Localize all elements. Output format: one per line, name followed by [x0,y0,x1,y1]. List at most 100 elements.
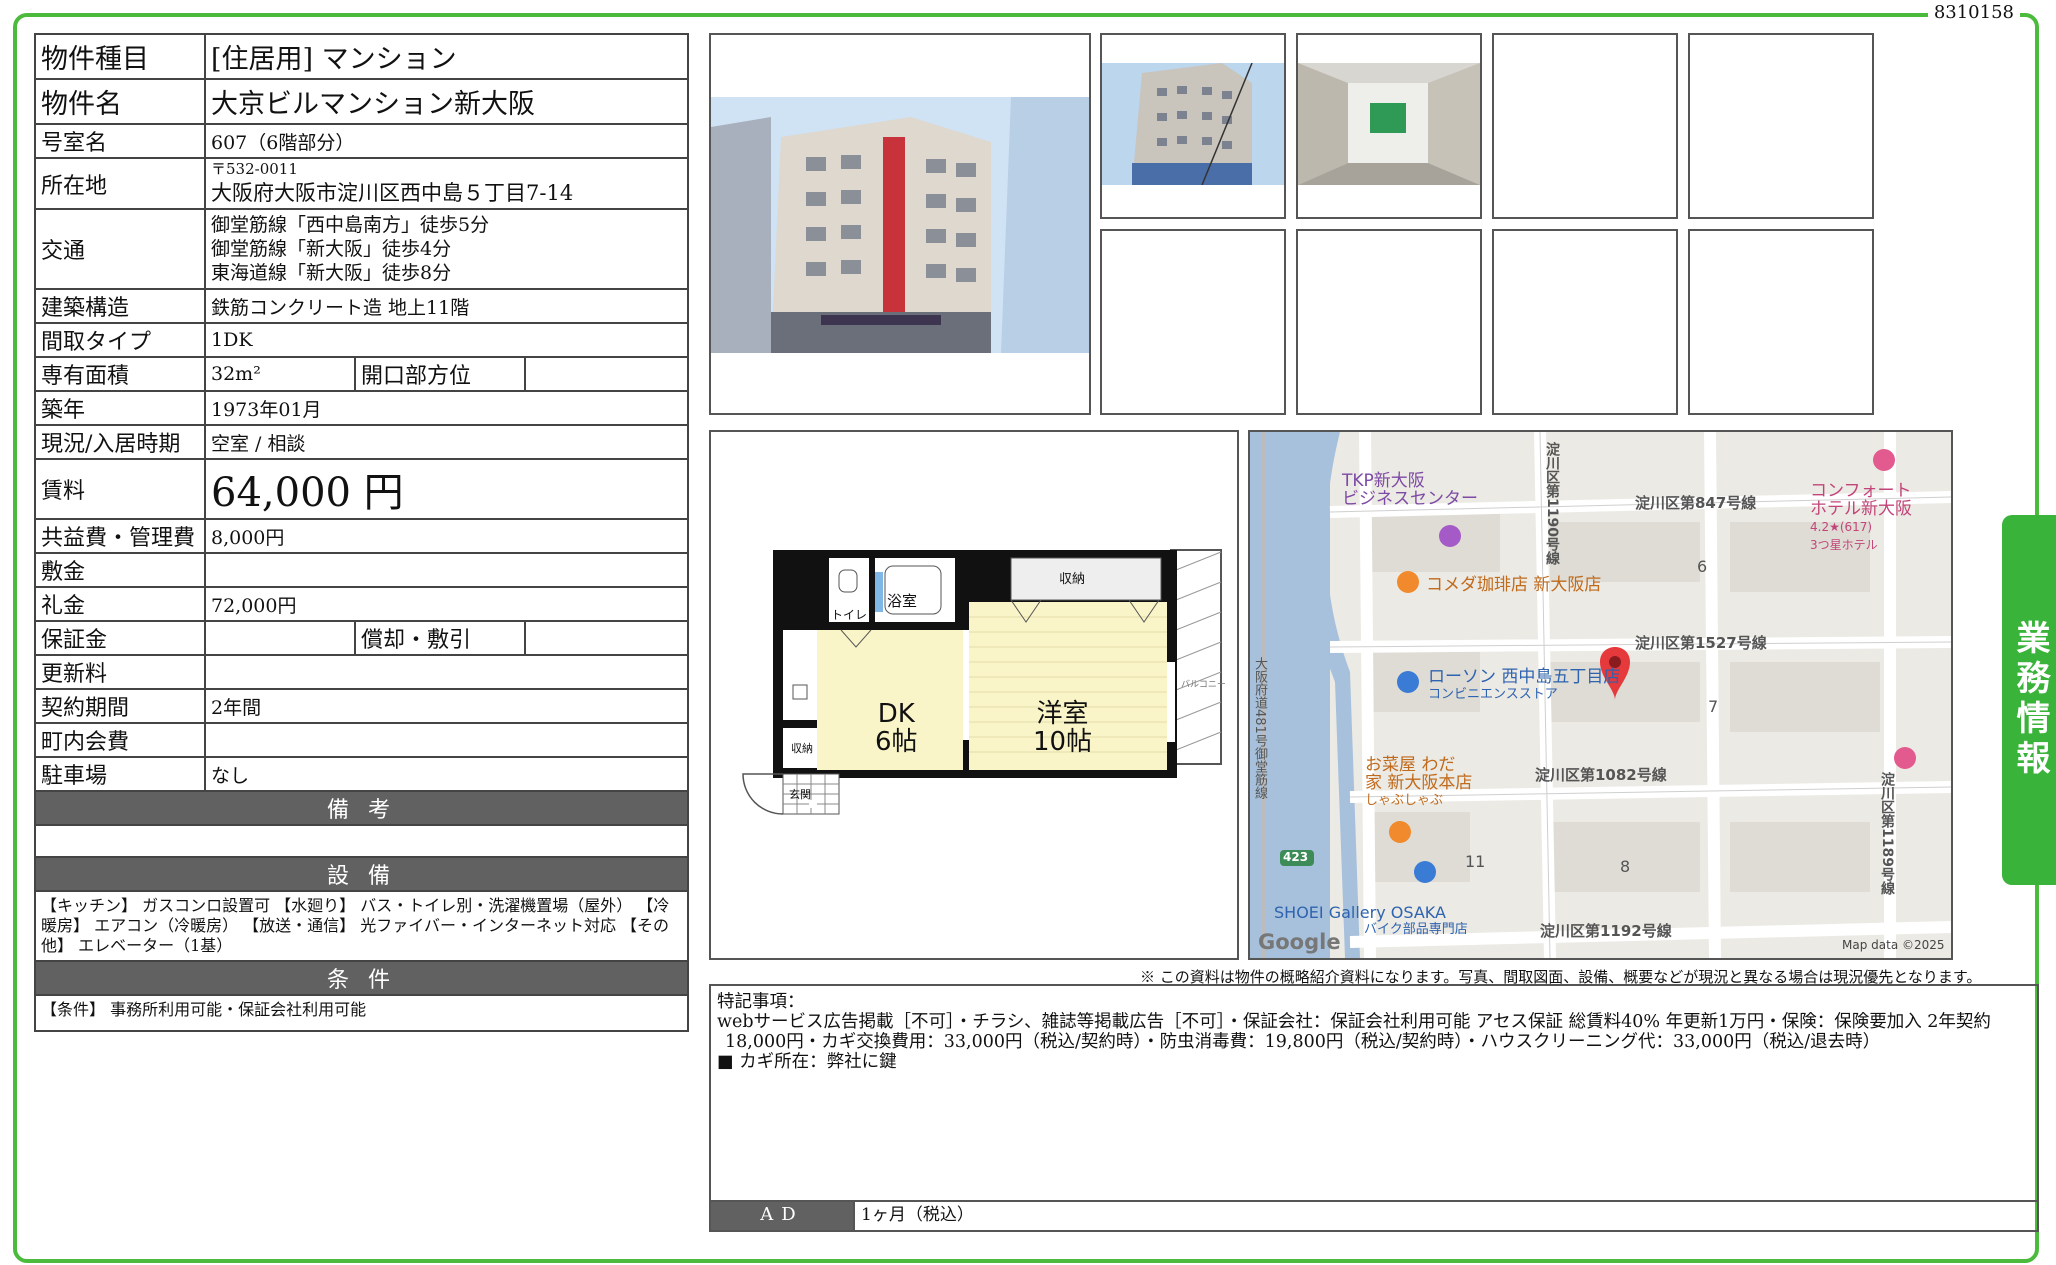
storage-label-2: 収納 [791,742,813,755]
orientation-label: 開口部方位 [354,356,526,392]
western-room-name: 洋室 [1036,699,1089,729]
route-badge: 423 [1283,850,1309,864]
hotel-rating: 4.2★(617) [1810,520,1873,534]
remarks-header: 備 考 [33,790,690,826]
main-photo-frame[interactable] [709,33,1091,415]
key-money-value: 72,000円 [203,586,690,622]
built-value: 1973年01月 [203,390,690,426]
map-label-lawson: ローソン 西中島五丁目店 コンビニエンスストア [1428,668,1620,704]
thumbnail-7[interactable] [1492,229,1678,415]
road-1192: 淀川区第1192号線 [1540,922,1672,940]
tkp-subname: ビジネスセンター [1342,489,1478,509]
area-label: 専有面積 [34,356,206,392]
community-fee-value [203,722,690,758]
special-notes-title: 特記事項： [717,992,805,1012]
remarks-value [33,824,690,858]
property-type-label: 物件種目 [34,33,206,80]
block-7: 7 [1708,697,1719,716]
property-info-table: 物件種目 [住居用] マンション 物件名 大京ビルマンション新大阪 号室名 60… [33,33,690,1032]
thumbnail-4[interactable] [1688,33,1874,219]
built-label: 築年 [34,390,206,426]
map-label-hotel: コンフォート ホテル新大阪 4.2★(617) 3つ星ホテル [1810,482,1912,554]
parking-value: なし [203,756,690,792]
osouzai-name: お菜屋 わだ [1365,755,1456,775]
access-cell: 御堂筋線「西中島南方」徒歩5分 御堂筋線「新大阪」徒歩4分 東海道線「新大阪」徒… [203,208,690,290]
block-11: 11 [1465,852,1486,871]
special-notes-line: 18,000円・カギ交換費用：33,000円（税込/契約時）・防虫消毒費：19,… [725,1032,1881,1052]
floorplan-frame[interactable]: 収納 トイレ 浴室 収納 玄関 DK 6帖 洋室 10帖 バルコニー [709,430,1239,960]
business-info-tab[interactable]: 業務情報 [2002,515,2056,885]
access-line: 東海道線「新大阪」徒歩8分 [211,262,452,284]
thumbnail-6[interactable] [1296,229,1482,415]
western-room-size: 10帖 [1033,727,1093,757]
dk-label: DK 6帖 [875,700,918,756]
amortization-value [523,620,690,656]
lawson-category: コンビニエンスストア [1428,687,1558,702]
structure-value: 鉄筋コンクリート造 地上11階 [203,288,690,324]
balcony-label: バルコニー [1181,680,1226,690]
road-1190: 淀川区第1190号線 [1544,442,1560,565]
layout-value: 1DK [203,322,690,358]
toilet-label: トイレ [831,608,868,622]
block-6: 6 [1697,557,1708,576]
location-map[interactable]: TKP新大阪 ビジネスセンター コンフォート ホテル新大阪 4.2★(617) … [1248,430,1953,960]
storage-label: 収納 [1059,572,1086,587]
room-value: 607（6階部分） [203,123,690,159]
hotel-class: 3つ星ホテル [1810,538,1878,552]
conditions-header: 条 件 [33,960,690,996]
postal-code: 〒532-0011 [211,159,298,178]
security-label: 保証金 [34,620,206,656]
road-1189: 淀川区第1189号線 [1879,772,1895,895]
thumbnail-2[interactable] [1296,33,1482,219]
rent-label: 賃料 [34,458,206,520]
hotel-subname: ホテル新大阪 [1810,499,1912,519]
access-label: 交通 [34,208,206,290]
thumbnail-1[interactable] [1100,33,1286,219]
deposit-value [203,552,690,588]
address-label: 所在地 [34,157,206,210]
access-line: 御堂筋線「西中島南方」徒歩5分 [211,214,490,236]
renewal-value [203,654,690,690]
property-name-label: 物件名 [34,78,206,125]
thumbnail-3[interactable] [1492,33,1678,219]
road-1082: 淀川区第1082号線 [1535,766,1667,784]
side-tab-label: 業務情報 [2009,620,2050,780]
map-label-osouzai: お菜屋 わだ 家 新大阪本店 しゃぶしゃぶ [1365,756,1472,810]
deposit-label: 敷金 [34,552,206,588]
lawson-name: ローソン 西中島五丁目店 [1428,667,1621,687]
ad-row: AD 1ヶ月（税込） [711,1200,2037,1230]
bath-label: 浴室 [887,592,918,610]
map-label-tkp: TKP新大阪 ビジネスセンター [1342,472,1478,508]
hotel-name: コンフォート [1810,481,1912,501]
status-label: 現況/入居時期 [34,424,206,460]
midosuji-road: 大阪府道481号御堂筋線 [1252,657,1267,799]
map-label-komeda: コメダ珈琲店 新大阪店 [1426,575,1602,595]
renewal-label: 更新料 [34,654,206,690]
dk-name: DK [877,699,915,729]
thumbnail-8[interactable] [1688,229,1874,415]
block-8: 8 [1620,857,1631,876]
thumbnail-5[interactable] [1100,229,1286,415]
document-id: 8310158 [1927,2,2020,23]
address-cell: 〒532-0011 大阪府大阪市淀川区西中島５丁目7-14 [203,157,690,210]
fee-value: 8,000円 [203,518,690,554]
layout-label: 間取タイプ [34,322,206,358]
room-label: 号室名 [34,123,206,159]
ad-value: 1ヶ月（税込） [853,1202,974,1230]
floorplan-drawing [742,549,1222,815]
exterior-thumbnail [1102,63,1284,185]
contract-value: 2年間 [203,688,690,724]
ad-label: AD [711,1202,853,1230]
property-type-value: [住居用] マンション [203,33,690,80]
fee-label: 共益費・管理費 [34,518,206,554]
western-room-label: 洋室 10帖 [1033,700,1092,756]
parking-label: 駐車場 [34,756,206,792]
access-line: 御堂筋線「新大阪」徒歩4分 [211,238,452,260]
building-photo [711,97,1089,353]
shoei-name: SHOEI Gallery OSAKA [1274,903,1446,922]
structure-label: 建築構造 [34,288,206,324]
security-value [204,620,356,656]
osouzai-category: しゃぶしゃぶ [1365,793,1444,808]
status-value: 空室 / 相談 [203,424,690,460]
amortization-label: 償却・敷引 [354,620,526,656]
